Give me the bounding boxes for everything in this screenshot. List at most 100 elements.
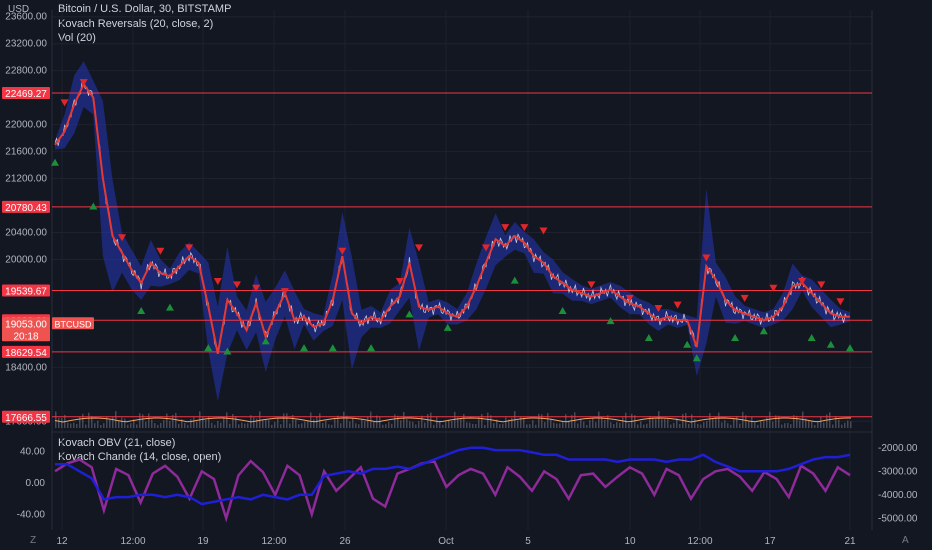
volume-bar	[580, 418, 582, 428]
volume-bar	[418, 421, 420, 428]
volume-bar	[388, 421, 390, 428]
volume-bar	[577, 423, 579, 428]
volume-bar	[361, 419, 363, 428]
volume-bar	[268, 420, 270, 428]
volume-bar	[754, 422, 756, 428]
oscillator-pane	[54, 446, 851, 523]
volume-bar	[505, 417, 507, 428]
down-reversal-marker	[539, 227, 548, 235]
volume-bar	[256, 418, 258, 428]
volume-bar	[385, 424, 387, 428]
x-tick-label: Oct	[438, 536, 454, 547]
volume-bar	[139, 413, 141, 428]
volume-bar	[682, 413, 684, 428]
volume-bar	[229, 423, 231, 428]
volume-bar	[109, 419, 111, 428]
y-tick-label: 20000.00	[5, 254, 47, 265]
up-reversal-marker	[367, 344, 376, 352]
volume-bar	[202, 416, 204, 428]
volume-bar	[262, 419, 264, 428]
volume-bar	[808, 420, 810, 428]
volume-bar	[280, 424, 282, 428]
volume-bar	[595, 422, 597, 428]
volume-bar	[151, 419, 153, 428]
volume-bar	[553, 422, 555, 428]
volume-bar	[289, 423, 291, 428]
volume-bar	[445, 421, 447, 428]
volume-bar	[814, 424, 816, 428]
volume-bar	[373, 421, 375, 428]
volume-bar	[463, 414, 465, 428]
volume-bar	[850, 421, 852, 428]
volume-bar	[778, 415, 780, 428]
up-reversal-marker	[558, 307, 567, 315]
volume-bar	[448, 419, 450, 428]
volume-bar	[724, 420, 726, 428]
up-reversal-marker	[826, 340, 835, 348]
chart-canvas[interactable]: 23600.00 23200.00 22800.00 22000.00 21600.00…	[0, 0, 932, 550]
volume-bar	[103, 423, 105, 428]
volume-bar	[499, 424, 501, 428]
volume-bar	[127, 424, 129, 428]
volume-bar	[613, 424, 615, 428]
x-tick-label: 12:00	[261, 536, 286, 547]
volume-bar	[511, 417, 513, 428]
volume-bar	[145, 421, 147, 428]
volatility-band	[55, 61, 850, 401]
volume-bar	[517, 420, 519, 428]
volume-bar	[316, 416, 318, 428]
volume-bar	[556, 423, 558, 428]
volume-bar	[652, 417, 654, 428]
volume-bar	[238, 424, 240, 428]
volume-bar	[847, 420, 849, 428]
volume-bar	[712, 419, 714, 428]
volume-bar	[67, 422, 69, 428]
volume-bar	[619, 422, 621, 428]
x-tick-label: 5	[525, 536, 531, 547]
volume-bar	[751, 416, 753, 428]
volume-bar	[331, 424, 333, 428]
volume-bar	[748, 421, 750, 428]
volume-bar	[325, 421, 327, 428]
volume-bar	[82, 413, 84, 428]
volume-bar	[382, 424, 384, 428]
volume-layer	[54, 411, 852, 428]
volume-bar	[160, 422, 162, 428]
volume-bar	[412, 421, 414, 428]
down-reversal-marker	[213, 278, 222, 286]
down-reversal-marker	[673, 301, 682, 309]
volume-bar	[646, 423, 648, 428]
up-reversal-marker	[328, 344, 337, 352]
volume-bar	[121, 417, 123, 428]
band-layer	[55, 61, 850, 401]
symbol-badge-label: BTCUSD	[54, 319, 92, 329]
up-reversal-marker	[510, 276, 519, 284]
volume-bar	[106, 416, 108, 428]
volume-bar	[799, 420, 801, 428]
volume-bar	[205, 419, 207, 428]
volume-bar	[592, 417, 594, 428]
volume-bar	[112, 417, 114, 428]
y-tick-label: 23200.00	[5, 39, 47, 50]
volume-bar	[667, 418, 669, 428]
volume-bar	[733, 419, 735, 428]
volume-bar	[679, 423, 681, 428]
volume-bar	[526, 424, 528, 428]
y-tick-label: 18400.00	[5, 362, 47, 373]
bar-countdown-label: 20:18	[13, 331, 38, 342]
volume-bar	[664, 419, 666, 428]
volume-bar	[790, 424, 792, 428]
volume-bar	[781, 424, 783, 428]
volume-bar	[94, 423, 96, 428]
volume-bar	[295, 419, 297, 428]
volume-bar	[820, 416, 822, 428]
volume-bar	[454, 411, 456, 428]
volume-bar	[397, 415, 399, 428]
volume-bar	[241, 422, 243, 428]
volume-bar	[730, 424, 732, 428]
volume-bar	[364, 421, 366, 428]
volume-bar	[61, 418, 63, 428]
volume-bar	[586, 424, 588, 428]
volume-bar	[220, 422, 222, 428]
volume-bar	[784, 423, 786, 428]
